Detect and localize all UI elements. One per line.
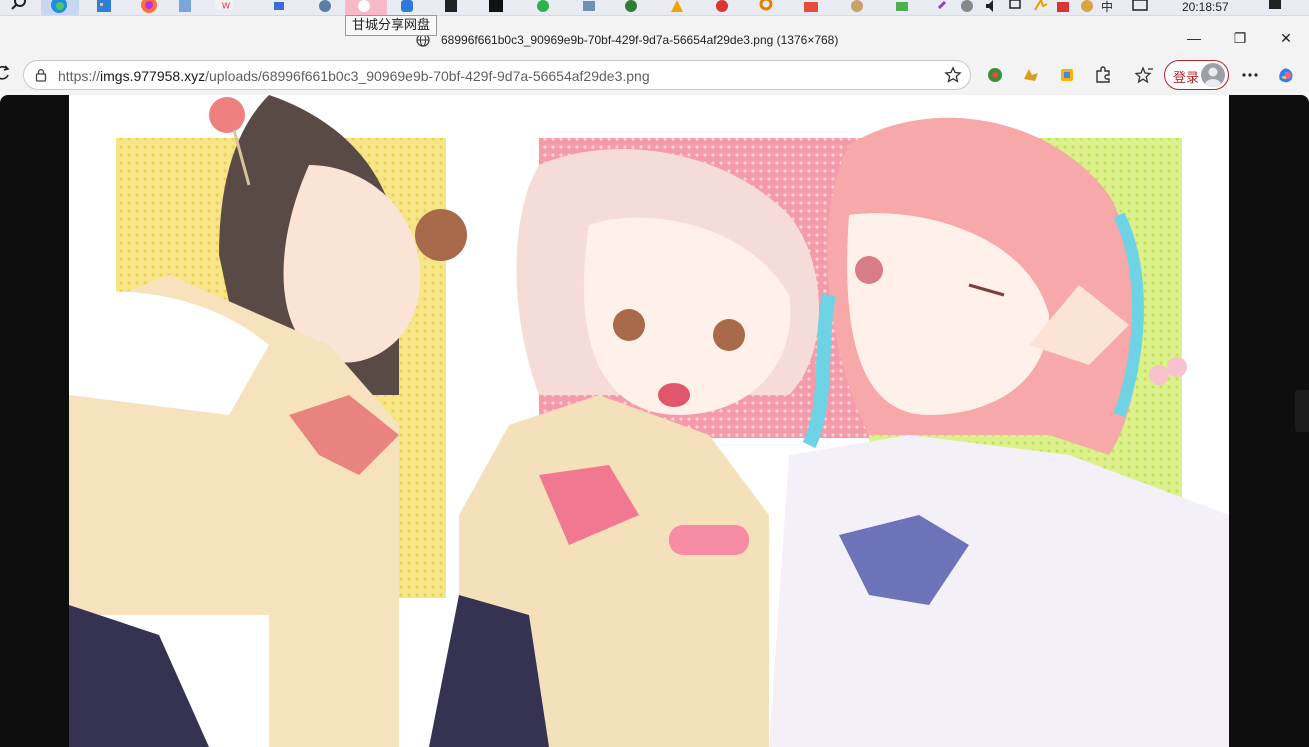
svg-text:W: W (222, 0, 230, 10)
window-title: 68996f661b0c3_90969e9b-70bf-429f-9d7a-56… (441, 33, 839, 47)
input-language-indicator[interactable]: 中 (1101, 0, 1113, 14)
files-icon[interactable] (176, 0, 194, 14)
reload-icon[interactable] (0, 65, 10, 81)
volume-icon[interactable] (983, 0, 1001, 14)
app-icon[interactable] (802, 0, 820, 14)
search-icon[interactable] (10, 0, 28, 12)
close-icon: ✕ (1280, 29, 1292, 46)
avatar (1201, 63, 1225, 87)
network-icon[interactable] (1006, 0, 1024, 14)
app-icon[interactable] (1031, 0, 1049, 14)
wps-icon[interactable]: W (215, 0, 233, 14)
netdisk-app-icon[interactable] (355, 0, 373, 14)
extension-icon[interactable] (1021, 65, 1041, 85)
app-icon[interactable] (272, 0, 290, 14)
window-titlebar: 68996f661b0c3_90969e9b-70bf-429f-9d7a-56… (0, 16, 1309, 56)
login-label: 登录 (1173, 71, 1200, 86)
app-icon[interactable] (316, 0, 334, 14)
page-content (0, 95, 1309, 747)
wechat-icon[interactable] (535, 0, 553, 14)
app-icon[interactable] (1054, 0, 1072, 14)
app-icon[interactable] (893, 0, 911, 14)
close-button[interactable]: ✕ (1263, 24, 1309, 52)
user-icon (1205, 67, 1221, 87)
url-text[interactable]: https://imgs.977958.xyz/uploads/68996f66… (58, 68, 650, 84)
minimize-icon: — (1187, 30, 1201, 46)
displayed-image[interactable] (69, 95, 1229, 747)
taskbar: W 中 20:18:57 (0, 0, 1309, 16)
keyboard-icon[interactable] (1131, 0, 1149, 14)
app-icon[interactable] (758, 0, 776, 14)
more-options-icon[interactable] (1240, 65, 1260, 85)
browser-toolbar: https://imgs.977958.xyz/uploads/68996f66… (0, 56, 1309, 95)
minimize-button[interactable]: — (1171, 24, 1217, 52)
address-bar[interactable]: https://imgs.977958.xyz/uploads/68996f66… (23, 60, 971, 90)
extension-icon[interactable] (985, 65, 1005, 85)
app-icon[interactable] (487, 0, 505, 14)
maximize-button[interactable]: ❐ (1217, 24, 1263, 52)
app-icon[interactable] (958, 0, 976, 14)
app-icon[interactable] (713, 0, 731, 14)
anime-illustration-image (69, 95, 1229, 747)
url-host: imgs.977958.xyz (100, 68, 206, 84)
app-icon[interactable] (622, 0, 640, 14)
extension-icon[interactable] (1057, 65, 1077, 85)
app-icon[interactable] (848, 0, 866, 14)
favorite-star-icon[interactable] (944, 66, 962, 84)
extensions-puzzle-icon[interactable] (1093, 65, 1113, 85)
login-button[interactable]: 登录 (1164, 60, 1229, 90)
notification-icon[interactable] (1266, 0, 1284, 14)
app-icon[interactable] (398, 0, 416, 14)
maximize-icon: ❐ (1233, 29, 1247, 46)
app-icon[interactable] (668, 0, 686, 14)
app-icon[interactable] (935, 0, 953, 14)
lock-icon[interactable] (34, 68, 48, 82)
app-icon[interactable] (1078, 0, 1096, 14)
app-icon[interactable] (580, 0, 598, 14)
side-panel-handle[interactable] (1295, 390, 1309, 432)
edge-icon[interactable] (50, 0, 68, 14)
app-icon[interactable] (443, 0, 461, 14)
firefox-icon[interactable] (140, 0, 158, 14)
store-icon[interactable] (95, 0, 113, 14)
url-scheme: https:// (58, 68, 101, 84)
taskbar-clock[interactable]: 20:18:57 (1182, 0, 1229, 14)
url-path: /uploads/68996f661b0c3_90969e9b-70bf-429… (205, 68, 650, 84)
taskbar-tooltip: 甘城分享网盘 (345, 15, 438, 36)
copilot-icon[interactable] (1276, 65, 1296, 85)
favorites-icon[interactable] (1134, 65, 1154, 85)
